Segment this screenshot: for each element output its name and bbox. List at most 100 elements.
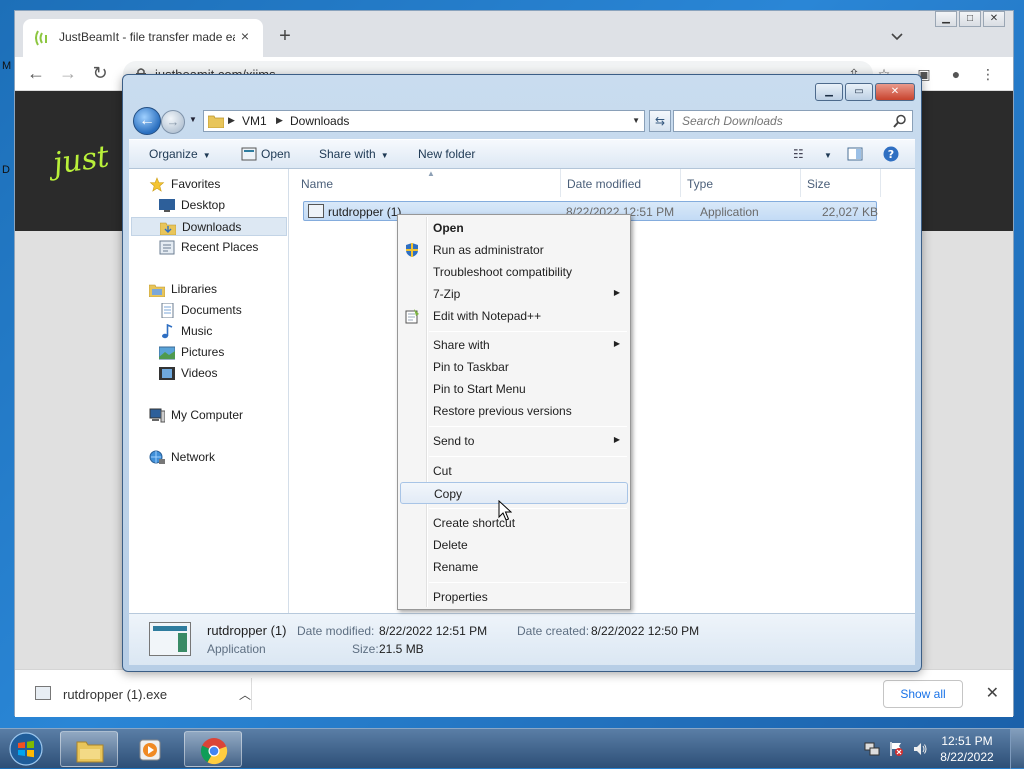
column-header-size[interactable]: Size bbox=[801, 169, 881, 197]
browser-maximize-icon[interactable]: □ bbox=[959, 11, 981, 27]
show-all-button[interactable]: Show all bbox=[883, 680, 963, 708]
search-input[interactable] bbox=[680, 113, 880, 129]
nav-label: Music bbox=[181, 324, 213, 338]
browser-minimize-icon[interactable]: ▁ bbox=[935, 11, 957, 27]
column-header-date-modified[interactable]: Date modified bbox=[561, 169, 681, 197]
explorer-forward-icon[interactable]: → bbox=[161, 110, 185, 134]
menu-item-pin-taskbar[interactable]: Pin to Taskbar bbox=[400, 356, 628, 378]
submenu-arrow-icon: ▶ bbox=[613, 339, 620, 348]
chevron-up-icon[interactable]: ︿ bbox=[239, 686, 251, 703]
network-tray-icon[interactable] bbox=[864, 741, 880, 757]
application-file-icon bbox=[308, 204, 324, 218]
search-icon[interactable] bbox=[893, 114, 907, 128]
exe-file-icon bbox=[35, 686, 51, 700]
clipped-edge-letter: M bbox=[2, 60, 12, 72]
menu-item-send-to[interactable]: Send to ▶ bbox=[400, 430, 628, 452]
clock-date: 8/22/2022 bbox=[940, 750, 994, 764]
help-icon[interactable]: ? bbox=[883, 146, 899, 162]
browser-menu-icon[interactable]: ⋮ bbox=[979, 65, 997, 83]
taskbar-explorer-button[interactable] bbox=[60, 731, 118, 767]
explorer-maximize-icon[interactable]: ▭ bbox=[845, 83, 873, 101]
menu-separator bbox=[429, 426, 627, 427]
volume-icon[interactable] bbox=[912, 741, 928, 757]
menu-separator bbox=[429, 582, 627, 583]
menu-item-share-with[interactable]: Share with ▶ bbox=[400, 334, 628, 356]
windows-start-orb-icon[interactable] bbox=[6, 731, 46, 767]
open-button[interactable]: Open bbox=[261, 147, 290, 161]
tab-close-icon[interactable]: × bbox=[237, 28, 253, 44]
back-arrow-icon[interactable]: ← bbox=[25, 64, 47, 84]
nav-my-computer[interactable]: My Computer bbox=[149, 406, 305, 425]
forward-arrow-icon[interactable]: → bbox=[57, 64, 79, 84]
column-header-type[interactable]: Type bbox=[681, 169, 801, 197]
nav-libraries[interactable]: Libraries bbox=[149, 280, 305, 299]
folder-icon bbox=[208, 115, 224, 128]
download-item[interactable]: rutdropper (1).exe ︿ bbox=[25, 676, 251, 712]
explorer-back-icon[interactable]: ← bbox=[133, 107, 161, 135]
recent-pages-dropdown-icon[interactable]: ▼ bbox=[189, 115, 197, 124]
view-dropdown-icon[interactable]: ▼ bbox=[819, 147, 832, 161]
breadcrumb-chevron-icon[interactable]: ▶ bbox=[228, 115, 235, 126]
new-folder-button[interactable]: New folder bbox=[418, 147, 475, 161]
navigation-pane: Favorites Desktop Downloads Recent Place… bbox=[129, 169, 289, 613]
breadcrumb-downloads[interactable]: Downloads bbox=[290, 114, 349, 128]
taskbar-clock[interactable]: 12:51 PM 8/22/2022 bbox=[932, 733, 1002, 765]
tab-strip: JustBeamIt - file transfer made easy × +… bbox=[15, 11, 1013, 57]
profile-avatar-icon[interactable]: ● bbox=[947, 65, 965, 83]
taskbar-chrome-button[interactable] bbox=[184, 731, 242, 767]
preview-pane-icon[interactable] bbox=[847, 147, 863, 161]
browser-tab[interactable]: JustBeamIt - file transfer made easy × bbox=[23, 19, 263, 57]
menu-label: Cut bbox=[433, 464, 452, 478]
explorer-close-icon[interactable]: ✕ bbox=[875, 83, 915, 101]
menu-separator bbox=[429, 456, 627, 457]
show-desktop-button[interactable] bbox=[1010, 729, 1024, 769]
reload-icon[interactable]: ↻ bbox=[89, 64, 111, 84]
share-with-button[interactable]: Share with ▼ bbox=[319, 147, 389, 161]
menu-item-create-shortcut[interactable]: Create shortcut bbox=[400, 512, 628, 534]
menu-item-delete[interactable]: Delete bbox=[400, 534, 628, 556]
documents-icon bbox=[161, 303, 174, 318]
tab-search-chevron-icon[interactable] bbox=[889, 29, 905, 45]
details-file-type: Application bbox=[207, 642, 266, 656]
browser-close-icon[interactable]: ✕ bbox=[983, 11, 1005, 27]
change-view-icon[interactable]: ☷ bbox=[793, 147, 804, 161]
folder-icon bbox=[76, 741, 104, 763]
menu-item-properties[interactable]: Properties bbox=[400, 586, 628, 608]
submenu-arrow-icon: ▶ bbox=[613, 288, 620, 297]
nav-favorites[interactable]: Favorites bbox=[149, 175, 305, 194]
menu-item-pin-start[interactable]: Pin to Start Menu bbox=[400, 378, 628, 400]
menu-item-cut[interactable]: Cut bbox=[400, 460, 628, 482]
menu-label: Troubleshoot compatibility bbox=[433, 265, 572, 279]
menu-separator bbox=[429, 331, 627, 332]
menu-item-run-as-admin[interactable]: Run as administrator bbox=[400, 239, 628, 261]
nav-label: Videos bbox=[181, 366, 218, 380]
menu-item-7zip[interactable]: 7-Zip ▶ bbox=[400, 283, 628, 305]
menu-label: Share with bbox=[433, 338, 490, 352]
organize-button[interactable]: Organize ▼ bbox=[149, 147, 211, 161]
nav-downloads[interactable]: Downloads bbox=[131, 217, 287, 236]
menu-item-edit-notepad[interactable]: Edit with Notepad++ bbox=[400, 305, 628, 327]
menu-label: Send to bbox=[433, 434, 475, 448]
menu-item-rename[interactable]: Rename bbox=[400, 556, 628, 578]
refresh-icon[interactable]: ⇆ bbox=[649, 110, 671, 132]
action-center-flag-icon[interactable] bbox=[888, 741, 904, 757]
explorer-minimize-icon[interactable]: ▁ bbox=[815, 83, 843, 101]
explorer-window-controls: ▁ ▭ ✕ bbox=[813, 83, 915, 101]
new-tab-icon[interactable]: + bbox=[273, 25, 297, 49]
column-label: Type bbox=[687, 177, 714, 191]
libraries-icon bbox=[149, 284, 165, 297]
address-dropdown-icon[interactable]: ▼ bbox=[632, 116, 640, 125]
details-date-created: 8/22/2022 12:50 PM bbox=[591, 624, 700, 638]
close-download-shelf-icon[interactable]: ✕ bbox=[986, 683, 999, 703]
breadcrumb-vm1[interactable]: VM1 bbox=[242, 114, 267, 128]
breadcrumb-chevron-icon[interactable]: ▶ bbox=[276, 115, 283, 126]
menu-item-troubleshoot[interactable]: Troubleshoot compatibility bbox=[400, 261, 628, 283]
chrome-icon bbox=[200, 738, 228, 765]
menu-item-restore-versions[interactable]: Restore previous versions bbox=[400, 400, 628, 422]
menu-item-copy[interactable]: Copy bbox=[400, 482, 628, 504]
taskbar-media-player-button[interactable] bbox=[122, 731, 178, 767]
menu-item-open[interactable]: Open bbox=[400, 217, 628, 239]
nav-network[interactable]: Network bbox=[149, 448, 305, 467]
music-note-icon bbox=[162, 324, 173, 339]
explorer-address-bar[interactable]: ▶ VM1 ▶ Downloads ▼ bbox=[203, 110, 645, 132]
